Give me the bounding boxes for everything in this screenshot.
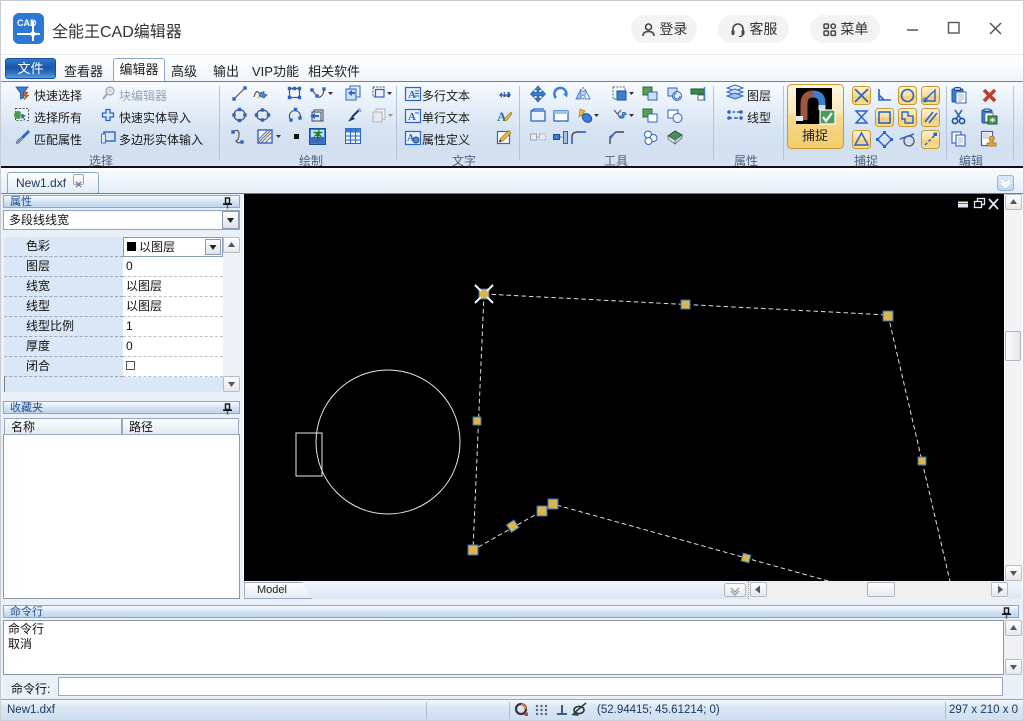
svg-text:12: 12 <box>503 92 511 99</box>
svg-text:A: A <box>408 89 416 101</box>
svg-text:A: A <box>497 109 507 124</box>
svg-text:捕捉: 捕捉 <box>802 128 828 143</box>
svg-text:A: A <box>408 111 416 123</box>
